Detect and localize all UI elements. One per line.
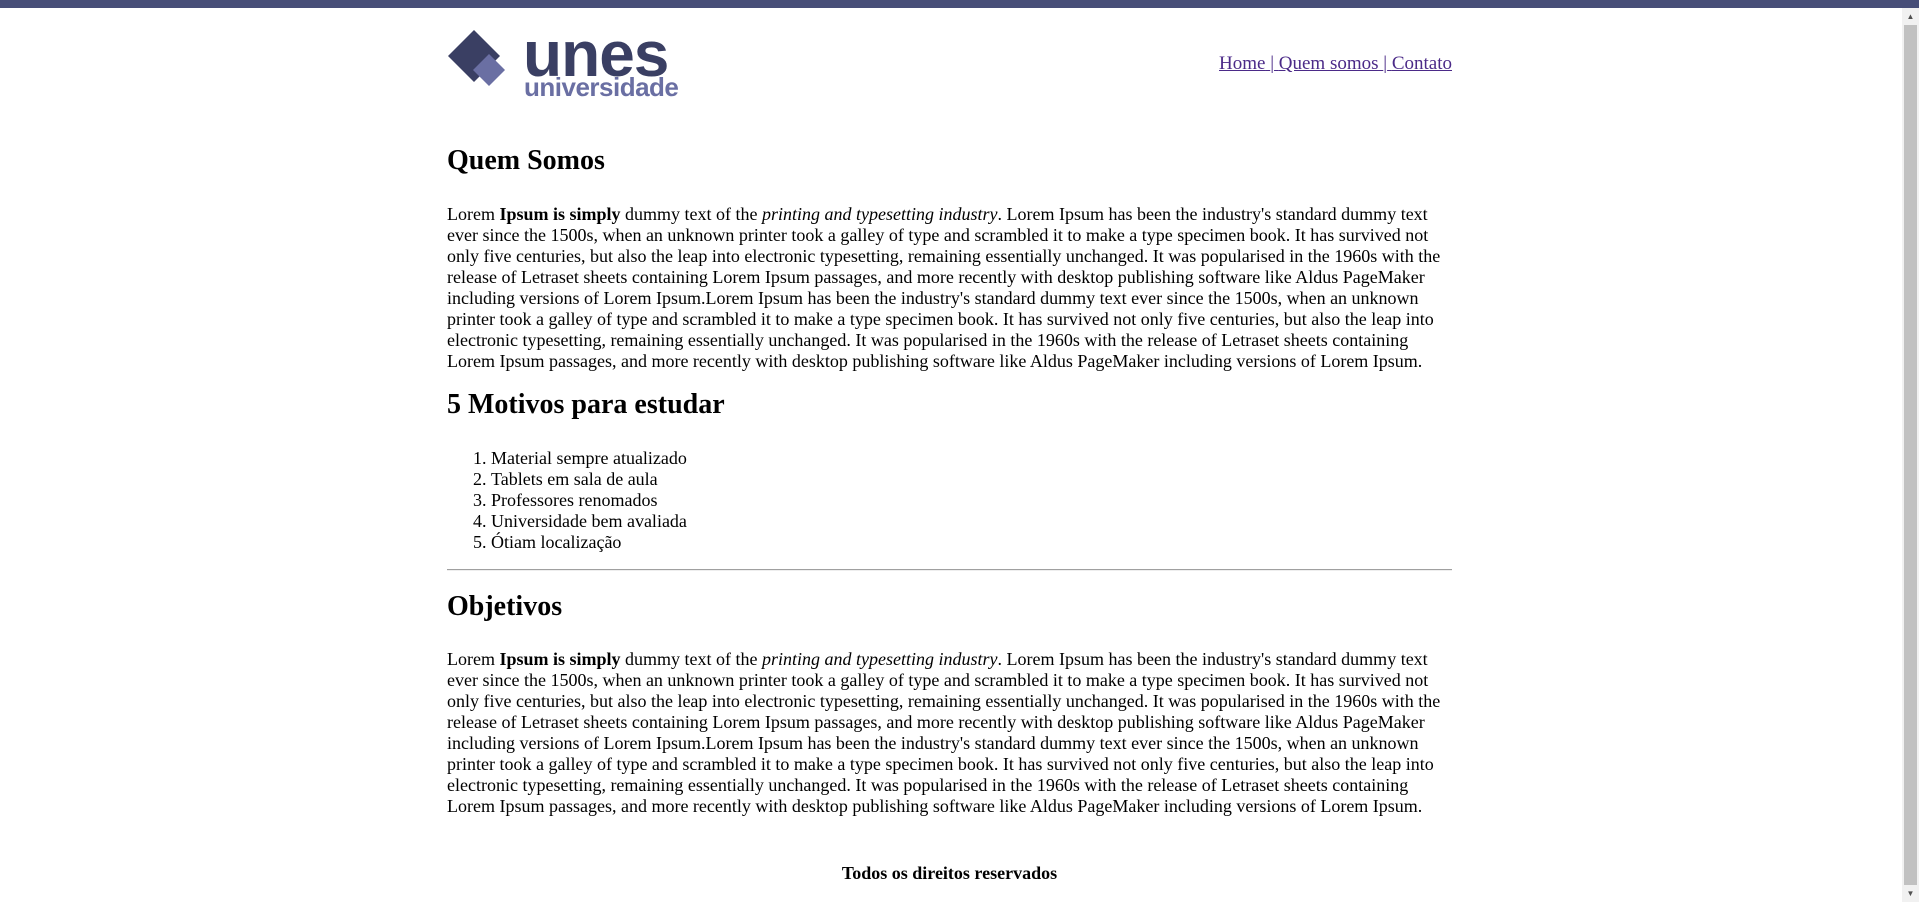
unes-logo[interactable]: unes universidade	[447, 22, 692, 103]
diamond-logo-icon	[448, 30, 505, 86]
logo-tagline: universidade	[524, 72, 679, 102]
list-item: Material sempre atualizado	[491, 448, 687, 469]
footer-copyright: Todos os direitos reservados	[841, 863, 1058, 883]
top-nav: Home | Quem somos | Contato	[1219, 53, 1452, 75]
list-item: Ótiam localização	[491, 532, 687, 553]
reasons-heading: 5 Motivos para estudar	[447, 389, 725, 420]
goals-paragraph: Lorem Ipsum is simply dummy text of the …	[447, 649, 1441, 816]
scroll-up-arrow-icon[interactable]: ▲	[1902, 8, 1919, 25]
site-header: unes universidade Home | Quem somos | Co…	[447, 8, 1452, 103]
nav-quem-somos-link[interactable]: Quem somos	[1279, 53, 1379, 74]
list-item: Professores renomados	[491, 490, 687, 511]
about-paragraph: Lorem Ipsum is simply dummy text of the …	[447, 204, 1441, 371]
scroll-down-arrow-icon[interactable]: ▼	[1902, 885, 1919, 902]
about-heading: Quem Somos	[447, 145, 605, 176]
goals-heading: Objetivos	[447, 591, 563, 622]
nav-separator: |	[1383, 53, 1388, 74]
top-accent-bar	[0, 0, 1919, 8]
reasons-list: Material sempre atualizado Tablets em sa…	[447, 448, 687, 553]
vertical-scrollbar[interactable]: ▲ ▼	[1902, 8, 1919, 902]
nav-separator: |	[1270, 53, 1275, 74]
nav-home-link[interactable]: Home	[1219, 53, 1265, 74]
section-divider	[447, 569, 1452, 571]
page-content: unes universidade Home | Quem somos | Co…	[447, 8, 1452, 883]
scrollbar-thumb[interactable]	[1904, 25, 1917, 885]
list-item: Tablets em sala de aula	[491, 469, 687, 490]
list-item: Universidade bem avaliada	[491, 511, 687, 532]
nav-contato-link[interactable]: Contato	[1392, 53, 1452, 74]
